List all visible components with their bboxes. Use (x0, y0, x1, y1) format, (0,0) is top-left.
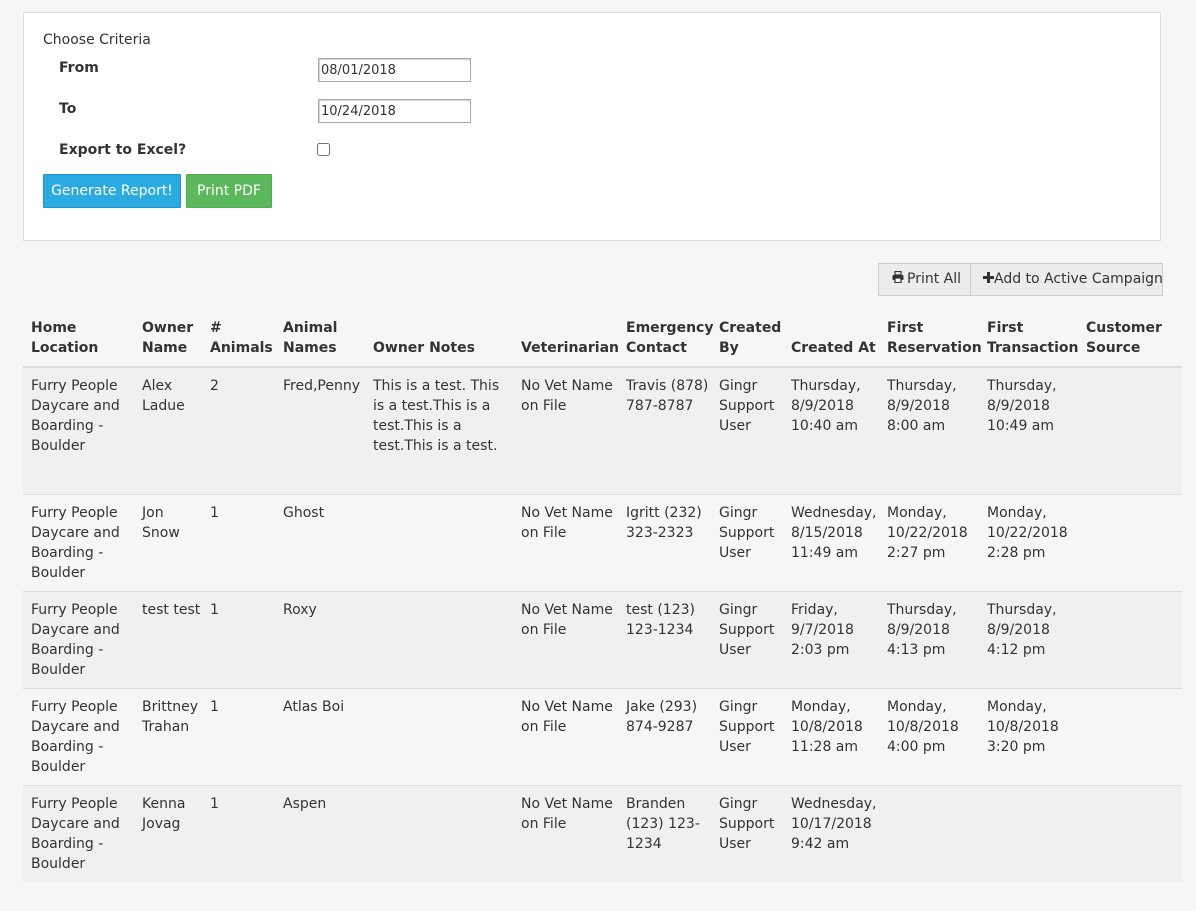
table-cell: test (123) 123-1234 (618, 590, 711, 688)
report-table: Home Location Owner Name # Animals Anima… (23, 318, 1182, 882)
column-header: Home Location (23, 318, 134, 368)
criteria-title: Choose Criteria (43, 32, 151, 48)
printer-icon (892, 264, 904, 295)
column-header: Customer Source (1078, 318, 1182, 368)
table-cell (1078, 590, 1182, 688)
table-row: Furry People Daycare and Boarding - Boul… (23, 687, 1182, 785)
table-cell: Thursday, 8/9/2018 10:40 am (783, 366, 879, 494)
table-cell: Jake (293) 874-9287 (618, 687, 711, 785)
table-cell: Furry People Daycare and Boarding - Boul… (23, 687, 134, 785)
table-row: Furry People Daycare and Boarding - Boul… (23, 590, 1182, 688)
column-header: Created At (783, 318, 879, 368)
criteria-panel: Choose Criteria From To Export to Excel?… (23, 12, 1161, 241)
table-cell: Gingr Support User (711, 493, 783, 591)
table-cell: Gingr Support User (711, 590, 783, 688)
column-header: Animal Names (275, 318, 365, 368)
table-cell: No Vet Name on File (513, 366, 618, 494)
column-header: First Reservation (879, 318, 982, 368)
table-cell: Kenna Jovag (134, 784, 202, 882)
column-header: # Animals (202, 318, 275, 368)
table-cell (365, 493, 513, 591)
table-cell (365, 590, 513, 688)
table-cell: Furry People Daycare and Boarding - Boul… (23, 493, 134, 591)
table-cell: Monday, 10/8/2018 11:28 am (783, 687, 879, 785)
export-excel-label: Export to Excel? (59, 142, 187, 158)
table-cell: This is a test. This is a test.This is a… (365, 366, 513, 494)
table-cell: No Vet Name on File (513, 590, 618, 688)
column-header: Owner Name (134, 318, 202, 368)
add-to-active-campaign-label: Add to Active Campaign (994, 271, 1163, 287)
table-cell: Aspen (275, 784, 365, 882)
plus-icon (983, 264, 994, 295)
from-label: From (59, 60, 99, 76)
table-cell: Jon Snow (134, 493, 202, 591)
table-header-row: Home Location Owner Name # Animals Anima… (23, 318, 1182, 368)
table-cell: Brittney Trahan (134, 687, 202, 785)
table-cell: 1 (202, 590, 275, 688)
export-excel-checkbox[interactable] (317, 143, 330, 156)
table-row: Furry People Daycare and Boarding - Boul… (23, 784, 1182, 882)
table-cell (365, 784, 513, 882)
table-cell: Gingr Support User (711, 687, 783, 785)
print-pdf-button[interactable]: Print PDF (186, 174, 272, 208)
generate-report-button[interactable]: Generate Report! (43, 174, 181, 208)
table-cell: Alex Ladue (134, 366, 202, 494)
column-header: First Transaction (979, 318, 1079, 368)
table-cell: 2 (202, 366, 275, 494)
table-cell: Gingr Support User (711, 366, 783, 494)
table-cell: No Vet Name on File (513, 687, 618, 785)
table-cell: 1 (202, 493, 275, 591)
table-cell: 1 (202, 784, 275, 882)
from-date-input[interactable] (318, 58, 471, 82)
table-cell: Monday, 10/22/2018 2:27 pm (879, 493, 979, 591)
print-all-button[interactable]: Print All (878, 263, 971, 296)
to-date-input[interactable] (318, 99, 471, 123)
table-cell: Thursday, 8/9/2018 8:00 am (879, 366, 979, 494)
table-cell: Wednesday, 8/15/2018 11:49 am (783, 493, 879, 591)
table-cell: 1 (202, 687, 275, 785)
table-cell: Furry People Daycare and Boarding - Boul… (23, 590, 134, 688)
table-cell: Monday, 10/22/2018 2:28 pm (979, 493, 1078, 591)
table-cell (365, 687, 513, 785)
table-cell (1078, 784, 1182, 882)
table-cell: Fred,Penny (275, 366, 365, 494)
table-cell (1078, 493, 1182, 591)
print-all-label: Print All (907, 271, 962, 287)
table-cell: Atlas Boi (275, 687, 365, 785)
table-cell: Friday, 9/7/2018 2:03 pm (783, 590, 879, 688)
table-cell: Igritt (232) 323-2323 (618, 493, 711, 591)
column-header: Owner Notes (365, 318, 513, 368)
table-cell: test test (134, 590, 202, 688)
table-cell: Roxy (275, 590, 365, 688)
table-cell: Monday, 10/8/2018 4:00 pm (879, 687, 979, 785)
table-cell: Wednesday, 10/17/2018 9:42 am (783, 784, 879, 882)
column-header: Created By (711, 318, 783, 368)
table-row: Furry People Daycare and Boarding - Boul… (23, 366, 1182, 494)
table-cell: No Vet Name on File (513, 493, 618, 591)
table-cell: Thursday, 8/9/2018 4:12 pm (979, 590, 1078, 688)
table-cell: Thursday, 8/9/2018 10:49 am (979, 366, 1078, 494)
table-cell: Branden (123) 123-1234 (618, 784, 711, 882)
table-cell: Ghost (275, 493, 365, 591)
table-row: Furry People Daycare and Boarding - Boul… (23, 493, 1182, 591)
table-cell: Monday, 10/8/2018 3:20 pm (979, 687, 1078, 785)
table-cell: No Vet Name on File (513, 784, 618, 882)
column-header: Veterinarian (513, 318, 619, 368)
table-cell: Furry People Daycare and Boarding - Boul… (23, 784, 134, 882)
report-actions: Print All Add to Active Campaign (878, 263, 1163, 296)
table-cell: Gingr Support User (711, 784, 783, 882)
table-cell: Furry People Daycare and Boarding - Boul… (23, 366, 134, 494)
table-cell (979, 784, 1078, 882)
table-cell (1078, 687, 1182, 785)
table-cell (879, 784, 979, 882)
add-to-active-campaign-button[interactable]: Add to Active Campaign (971, 263, 1163, 296)
table-cell: Travis (878) 787-8787 (618, 366, 711, 494)
table-cell: Thursday, 8/9/2018 4:13 pm (879, 590, 979, 688)
column-header: Emergency Contact (618, 318, 713, 368)
table-cell (1078, 366, 1182, 494)
to-label: To (59, 101, 77, 117)
